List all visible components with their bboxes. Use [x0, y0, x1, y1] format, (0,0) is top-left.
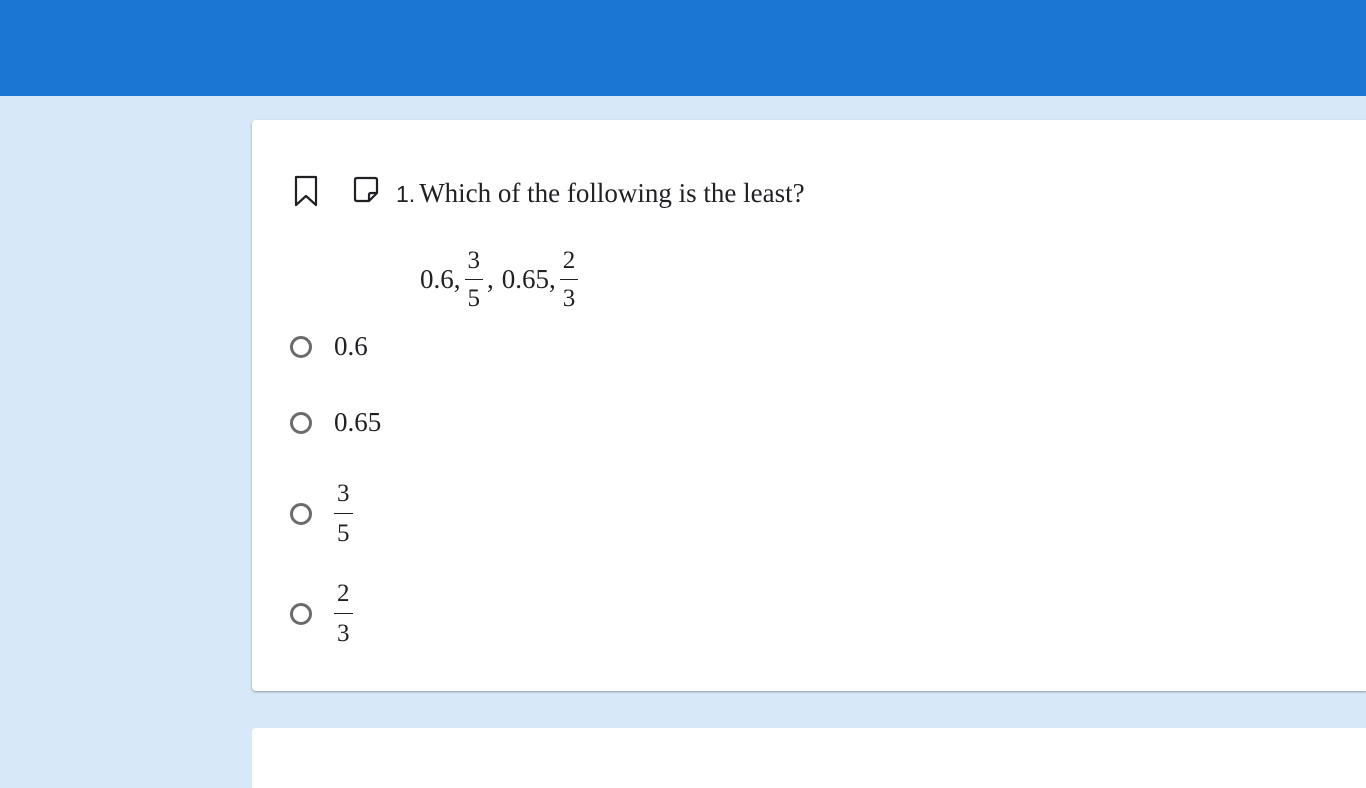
answer-option-4[interactable]: 2 3: [290, 581, 353, 646]
radio-button[interactable]: [290, 335, 312, 358]
note-button[interactable]: [352, 175, 380, 207]
fraction-numerator: 2: [334, 581, 353, 614]
question-text: Which of the following is the least?: [419, 178, 805, 208]
radio-button[interactable]: [290, 602, 312, 625]
bookmark-button[interactable]: [292, 175, 320, 207]
top-header-bar: [0, 0, 1366, 96]
fraction-denominator: 5: [337, 520, 350, 547]
radio-button[interactable]: [290, 411, 312, 434]
fraction-numerator: 3: [334, 481, 353, 514]
question-header: 1. Which of the following is the least?: [396, 178, 805, 209]
fraction-numerator: 3: [464, 248, 483, 280]
next-question-card: [252, 728, 1366, 788]
expr-term-2: 0.65,: [501, 263, 556, 294]
expr-fraction-2: 2 3: [559, 248, 579, 312]
radio-button[interactable]: [290, 502, 312, 525]
expr-term-1: 0.6,: [420, 263, 461, 294]
option-fraction: 3 5: [334, 481, 353, 546]
answer-option-1[interactable]: 0.6: [290, 331, 368, 362]
expr-separator: ,: [487, 263, 494, 294]
question-number: 1.: [396, 181, 416, 207]
answer-option-2[interactable]: 0.65: [290, 407, 381, 438]
fraction-denominator: 3: [562, 284, 576, 312]
option-label: 0.65: [334, 407, 382, 437]
expr-fraction-1: 3 5: [464, 248, 483, 312]
fraction-numerator: 2: [559, 248, 579, 280]
fraction-denominator: 5: [467, 284, 481, 312]
question-expression: 0.6, 3 5 , 0.65, 2 3: [420, 244, 582, 314]
fraction-denominator: 3: [337, 620, 350, 647]
answer-option-3[interactable]: 3 5: [290, 481, 353, 546]
question-card: 1. Which of the following is the least? 0…: [252, 120, 1366, 691]
note-icon: [353, 176, 379, 203]
bookmark-icon: [294, 175, 318, 207]
option-fraction: 2 3: [334, 581, 353, 646]
option-label: 0.6: [334, 331, 368, 361]
